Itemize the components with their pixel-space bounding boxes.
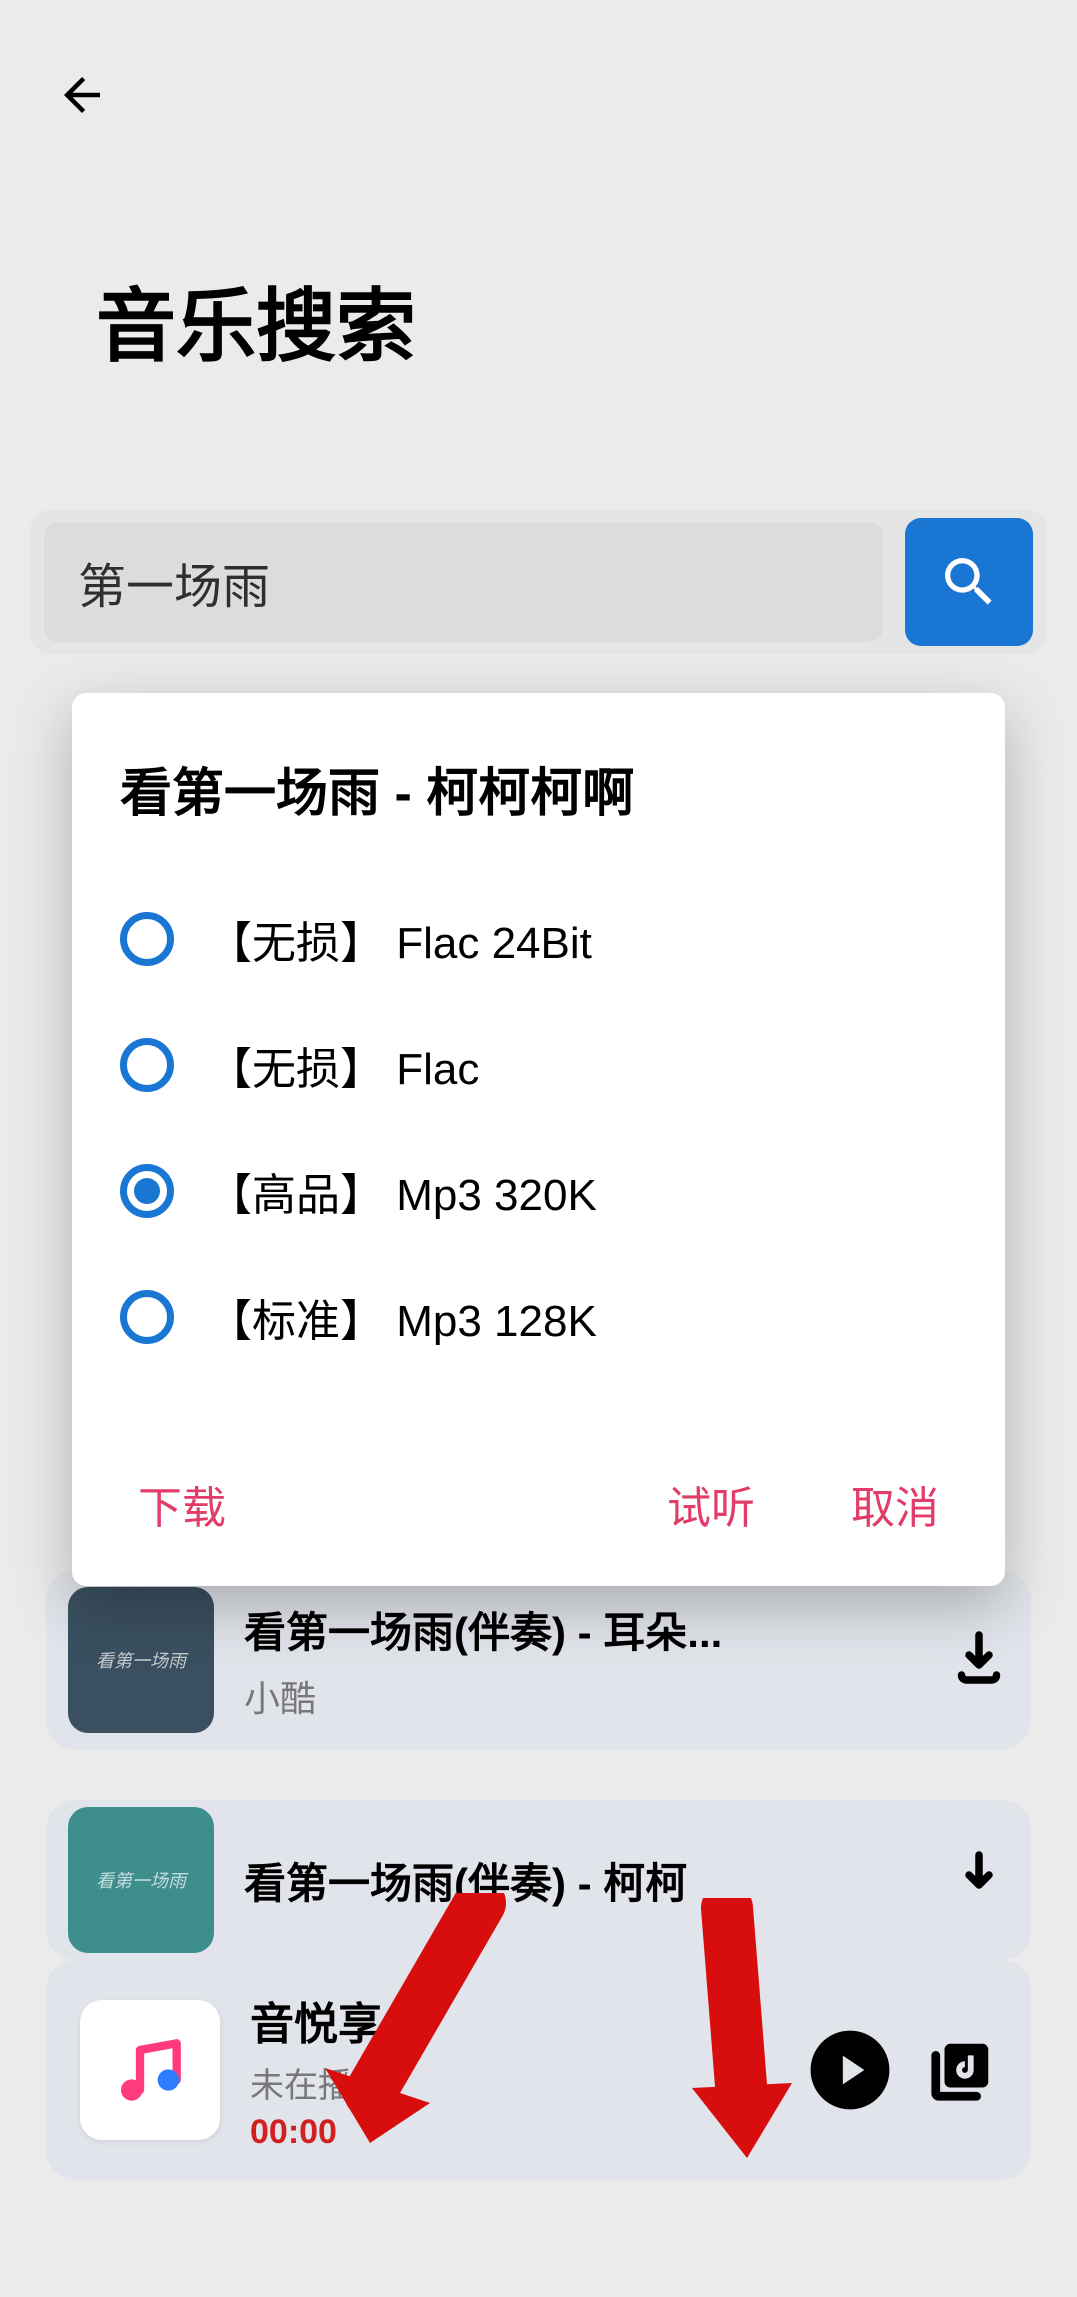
option-label: 【标准】 Mp3 128K — [208, 1285, 597, 1349]
option-label: 【无损】 Flac 24Bit — [208, 907, 592, 971]
dialog-actions: 下载 试听 取消 — [120, 1442, 957, 1556]
quality-dialog: 看第一场雨 - 柯柯柯啊 【无损】 Flac 24Bit 【无损】 Flac 【… — [72, 693, 1005, 1586]
quality-options: 【无损】 Flac 24Bit 【无损】 Flac 【高品】 Mp3 320K … — [120, 876, 957, 1380]
radio-selected-icon — [120, 1164, 174, 1218]
radio-icon — [120, 912, 174, 966]
dialog-title: 看第一场雨 - 柯柯柯啊 — [120, 751, 957, 826]
quality-option-mp3-128[interactable]: 【标准】 Mp3 128K — [120, 1254, 957, 1380]
download-button[interactable]: 下载 — [130, 1462, 234, 1546]
quality-option-mp3-320[interactable]: 【高品】 Mp3 320K — [120, 1128, 957, 1254]
quality-option-flac24[interactable]: 【无损】 Flac 24Bit — [120, 876, 957, 1002]
option-label: 【高品】 Mp3 320K — [208, 1159, 597, 1223]
quality-option-flac[interactable]: 【无损】 Flac — [120, 1002, 957, 1128]
radio-icon — [120, 1290, 174, 1344]
radio-icon — [120, 1038, 174, 1092]
preview-button[interactable]: 试听 — [659, 1462, 763, 1546]
cancel-button[interactable]: 取消 — [843, 1462, 947, 1546]
option-label: 【无损】 Flac — [208, 1033, 479, 1097]
